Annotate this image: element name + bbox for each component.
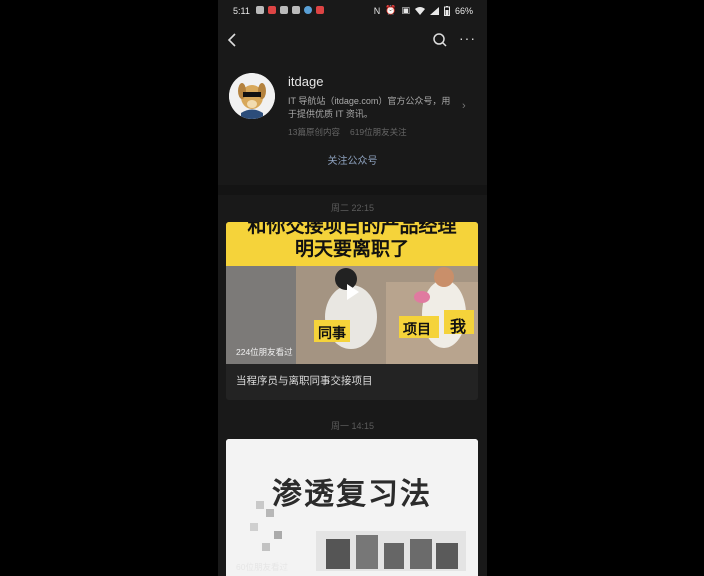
- section-divider: [218, 185, 487, 195]
- wifi-icon: [414, 6, 425, 15]
- video-card[interactable]: 和你交接项目的产品经理 明天要离职了 同事 项目 我 224位朋友看过 当程序员…: [226, 222, 478, 400]
- app-icon: [292, 6, 300, 14]
- overlay-label-coworker: 同事: [318, 325, 346, 341]
- original-count: 13篇原创内容: [288, 127, 340, 137]
- follow-button[interactable]: 关注公众号: [218, 152, 487, 167]
- app-icon: [280, 6, 288, 14]
- dog-avatar-icon: [229, 73, 275, 119]
- video-overlay-text: 渗透复习法: [272, 478, 432, 511]
- app-icon: [316, 6, 324, 14]
- video-overlay-title-2: 明天要离职了: [294, 239, 409, 260]
- overlay-label-project: 项目: [403, 321, 431, 337]
- status-time: 5:11: [233, 6, 250, 16]
- views-count: 60位朋友看过: [236, 562, 288, 572]
- top-navbar: ···: [218, 28, 487, 52]
- app-icon: [268, 6, 276, 14]
- post-timestamp: 周二 22:15: [330, 203, 375, 213]
- battery-text: 66%: [454, 5, 473, 16]
- account-description: IT 导航站（itdage.com）官方公众号，用于提供优质 IT 资讯。: [288, 96, 451, 119]
- sim-icon: ▣: [401, 5, 410, 15]
- alarm-icon: ⏰: [385, 5, 397, 15]
- system-icons: N ⏰ ▣ 66%: [374, 5, 473, 16]
- chevron-left-icon[interactable]: [226, 32, 238, 48]
- nfc-icon: N: [373, 5, 381, 16]
- telegram-icon: [304, 6, 312, 14]
- video-title[interactable]: 当程序员与离职同事交接项目: [236, 373, 373, 388]
- more-options-button[interactable]: ···: [459, 30, 476, 46]
- video-overlay-title-1: 和你交接项目的产品经理: [247, 222, 457, 237]
- play-icon[interactable]: [342, 282, 362, 302]
- account-name: itdage: [288, 74, 324, 89]
- video-card[interactable]: 渗透复习法 60位朋友看过: [226, 439, 478, 576]
- account-stats: 13篇原创内容 619位朋友关注: [288, 126, 407, 138]
- notification-icons: [256, 6, 324, 14]
- search-icon[interactable]: [432, 32, 448, 48]
- friends-following: 619位朋友关注: [349, 127, 407, 137]
- video-thumbnail[interactable]: 和你交接项目的产品经理 明天要离职了 同事 项目 我 224位朋友看过: [226, 222, 478, 364]
- battery-icon: [443, 5, 450, 16]
- location-icon: [256, 6, 264, 14]
- account-profile: itdage IT 导航站（itdage.com）官方公众号，用于提供优质 IT…: [218, 60, 487, 185]
- overlay-label-me: 我: [450, 319, 467, 336]
- signal-icon: [429, 6, 439, 15]
- phone-screen: 5:11 N ⏰ ▣ 66% ··· itdage IT 导航站（itdage.…: [218, 0, 487, 576]
- chevron-right-icon[interactable]: ›: [462, 100, 466, 112]
- views-count: 224位朋友看过: [236, 347, 293, 357]
- status-bar: 5:11 N ⏰ ▣ 66%: [218, 0, 487, 22]
- post-timestamp: 周一 14:15: [330, 421, 375, 431]
- video-thumbnail[interactable]: 渗透复习法 60位朋友看过: [226, 439, 478, 576]
- avatar[interactable]: [229, 73, 275, 119]
